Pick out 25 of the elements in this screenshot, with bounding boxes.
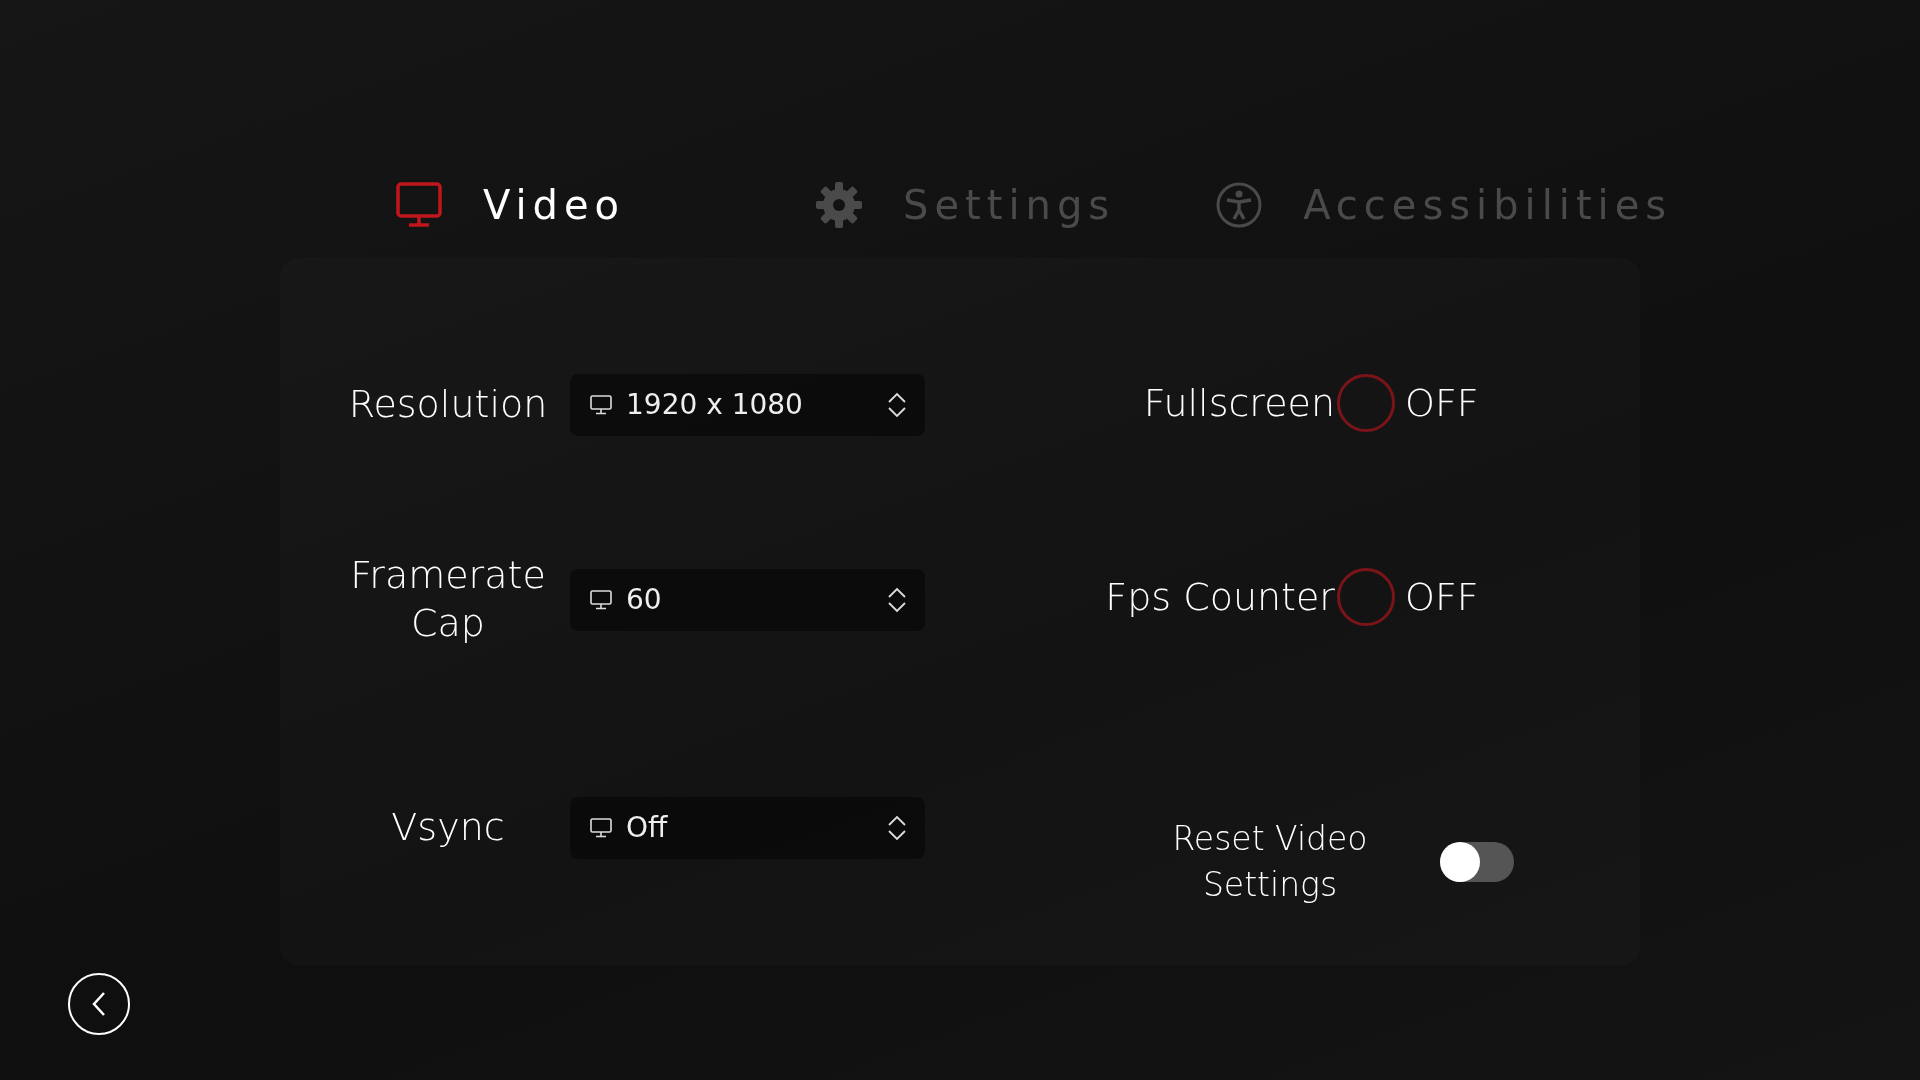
dropdown[interactable]: 1920 x 1080 — [570, 374, 925, 436]
toggle-state: OFF — [1405, 573, 1479, 621]
gear-icon — [815, 181, 864, 229]
monitor-icon — [590, 395, 612, 415]
back-button[interactable] — [68, 973, 130, 1035]
setting-label: Reset Video Settings — [1171, 818, 1369, 907]
up-down-chevron-icon — [887, 814, 907, 842]
toggle-circle[interactable] — [1337, 374, 1395, 432]
toggle-circle[interactable] — [1337, 568, 1395, 626]
setting-label: Fps Counter — [1104, 573, 1335, 621]
setting-label: Framerate Cap — [349, 552, 547, 647]
dropdown[interactable]: 60 — [570, 568, 925, 631]
setting-label: Resolution — [347, 381, 549, 429]
setting-label: Fullscreen — [1142, 379, 1335, 427]
toggle-state: OFF — [1405, 379, 1479, 427]
toggle-switch[interactable] — [1440, 842, 1514, 883]
monitor-icon — [395, 181, 443, 229]
dropdown[interactable]: Off — [570, 797, 925, 859]
up-down-chevron-icon — [887, 391, 907, 419]
monitor-icon — [590, 818, 612, 838]
tab[interactable]: Video — [395, 152, 626, 258]
setting-label: Vsync — [390, 804, 506, 852]
accessibility-icon — [1215, 181, 1264, 229]
up-down-chevron-icon — [887, 585, 907, 614]
monitor-icon — [590, 589, 612, 610]
